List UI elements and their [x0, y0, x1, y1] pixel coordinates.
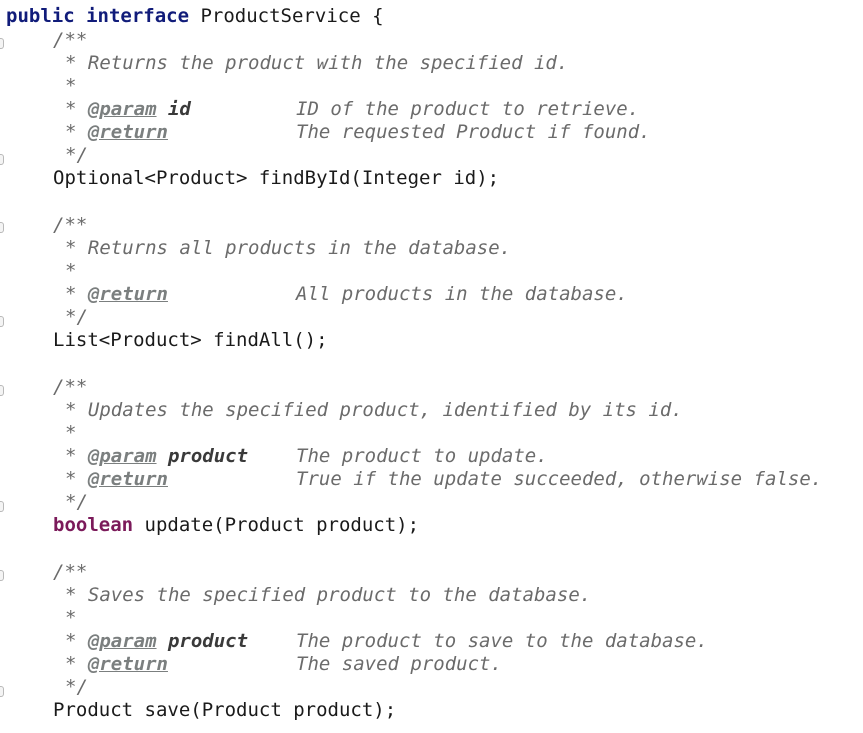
javadoc-star: * [65, 630, 88, 652]
method-signature-save[interactable]: Product save(Product product); [53, 699, 396, 722]
javadoc-star: * [65, 653, 88, 675]
javadoc-return-tag[interactable]: @return [88, 283, 168, 305]
javadoc-blank: * [65, 75, 77, 97]
interface-declaration: public interface ProductService { [6, 5, 384, 28]
javadoc-return-line: * @return [65, 283, 168, 306]
javadoc-param-tag[interactable]: @param [88, 445, 157, 467]
javadoc-open: /** [53, 214, 88, 236]
javadoc-param-name: id [167, 98, 191, 120]
javadoc-return-desc: True if the update succeeded, otherwise … [296, 468, 823, 490]
fold-marker-icon[interactable] [0, 154, 4, 165]
javadoc-summary: * Returns the product with the specified… [65, 52, 569, 74]
javadoc-param-tag[interactable]: @param [88, 98, 157, 120]
javadoc-open: /** [53, 376, 88, 398]
javadoc-summary: * Returns all products in the database. [65, 237, 512, 259]
javadoc-star: * [65, 121, 88, 143]
javadoc-star: * [65, 283, 88, 305]
fold-marker-icon[interactable] [0, 38, 4, 49]
javadoc-open: /** [53, 29, 88, 51]
javadoc-param-name: product [167, 630, 249, 652]
javadoc-param-name: product [167, 445, 249, 467]
javadoc-return-tag[interactable]: @return [88, 468, 168, 490]
javadoc-param-line: * @param id [65, 98, 191, 121]
fold-marker-icon[interactable] [0, 570, 4, 581]
javadoc-return-desc: The requested Product if found. [296, 121, 651, 143]
javadoc-close: */ [65, 306, 88, 328]
method-signature-findall[interactable]: List<Product> findAll(); [53, 329, 328, 352]
javadoc-return-line: * @return [65, 653, 168, 676]
fold-marker-icon[interactable] [0, 316, 4, 327]
fold-marker-icon[interactable] [0, 686, 4, 697]
javadoc-blank: * [65, 260, 77, 282]
javadoc-return-tag[interactable]: @return [88, 121, 168, 143]
javadoc-blank: * [65, 422, 77, 444]
interface-name: ProductService { [189, 5, 384, 27]
keyword-public: public [6, 5, 75, 27]
javadoc-return-tag[interactable]: @return [88, 653, 168, 675]
javadoc-star: * [65, 468, 88, 490]
javadoc-param-line: * @param product [65, 630, 248, 653]
javadoc-blank: * [65, 607, 77, 629]
javadoc-return-line: * @return [65, 468, 168, 491]
fold-marker-icon[interactable] [0, 222, 4, 233]
fold-marker-icon[interactable] [0, 501, 4, 512]
keyword-boolean: boolean [53, 514, 134, 536]
method-signature-findbyid[interactable]: Optional<Product> findById(Integer id); [53, 167, 499, 190]
code-editor[interactable]: public interface ProductService { /** * … [0, 0, 863, 733]
javadoc-return-line: * @return [65, 121, 168, 144]
method-signature-update[interactable]: boolean update(Product product); [53, 514, 419, 537]
javadoc-return-desc: The saved product. [296, 653, 502, 675]
method-update-rest: update(Product product); [133, 514, 420, 536]
javadoc-param-desc: The product to update. [296, 445, 548, 467]
fold-marker-icon[interactable] [0, 385, 4, 396]
javadoc-star: * [65, 445, 88, 467]
javadoc-open: /** [53, 561, 88, 583]
javadoc-param-desc: The product to save to the database. [296, 630, 708, 652]
javadoc-param-line: * @param product [65, 445, 248, 468]
javadoc-summary: * Updates the specified product, identif… [65, 399, 683, 421]
javadoc-param-tag[interactable]: @param [88, 630, 157, 652]
javadoc-star: * [65, 98, 88, 120]
javadoc-param-desc: ID of the product to retrieve. [296, 98, 640, 120]
javadoc-summary: * Saves the specified product to the dat… [65, 584, 592, 606]
keyword-interface: interface [86, 5, 190, 27]
javadoc-close: */ [65, 491, 88, 513]
javadoc-close: */ [65, 144, 88, 166]
javadoc-close: */ [65, 676, 88, 698]
javadoc-return-desc: All products in the database. [296, 283, 628, 305]
